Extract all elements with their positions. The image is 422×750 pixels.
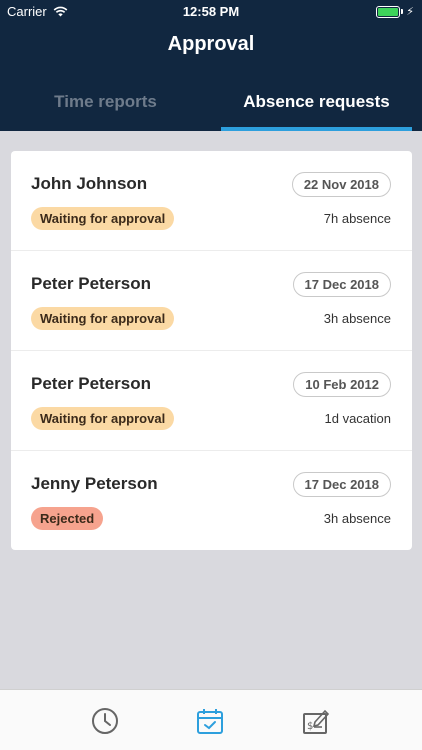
- list-item[interactable]: Jenny Peterson 17 Dec 2018 Rejected 3h a…: [11, 451, 412, 551]
- status-badge: Waiting for approval: [31, 407, 175, 430]
- tab-bar-time[interactable]: [90, 706, 120, 736]
- employee-name: Peter Peterson: [31, 374, 151, 393]
- list-item[interactable]: Peter Peterson 10 Feb 2012 Waiting for a…: [11, 351, 412, 451]
- status-bar: Carrier 12:58 PM ⚡: [0, 0, 422, 22]
- list-item[interactable]: John Johnson 22 Nov 2018 Waiting for app…: [11, 151, 412, 251]
- status-badge: Waiting for approval: [31, 207, 175, 230]
- svg-text:$: $: [307, 721, 313, 732]
- charging-icon: ⚡: [406, 6, 414, 18]
- expense-form-icon: $: [303, 709, 330, 734]
- date-pill: 22 Nov 2018: [291, 172, 391, 197]
- tab-time-reports[interactable]: Time reports: [0, 85, 211, 131]
- requests-list: John Johnson 22 Nov 2018 Waiting for app…: [11, 151, 412, 550]
- tab-label: Time reports: [54, 92, 157, 111]
- status-time: 12:58 PM: [182, 4, 240, 19]
- employee-name: John Johnson: [31, 174, 148, 193]
- clock-icon: [92, 708, 118, 734]
- employee-name: Peter Peterson: [31, 274, 151, 293]
- tab-label: Absence requests: [243, 92, 390, 111]
- bottom-tab-bar: $: [0, 689, 422, 750]
- nav-header: Carrier 12:58 PM ⚡ Approval Time reports…: [0, 0, 422, 131]
- status-badge: Rejected: [31, 507, 104, 530]
- active-tab-indicator: [221, 127, 412, 131]
- date-pill: 10 Feb 2012: [293, 372, 391, 397]
- status-badge: Waiting for approval: [31, 307, 175, 330]
- tab-absence-requests[interactable]: Absence requests: [211, 85, 422, 131]
- absence-detail: 3h absence: [323, 511, 391, 526]
- date-pill: 17 Dec 2018: [292, 472, 391, 497]
- absence-detail: 7h absence: [323, 211, 391, 226]
- tab-bar-approval[interactable]: [195, 706, 225, 736]
- absence-detail: 1d vacation: [324, 411, 392, 426]
- page-title: Approval: [167, 33, 255, 55]
- date-pill: 17 Dec 2018: [292, 272, 391, 297]
- calendar-check-icon: [197, 709, 223, 734]
- tab-bar-expenses[interactable]: $: [301, 706, 331, 736]
- battery-icon: ⚡: [376, 5, 414, 18]
- list-item[interactable]: Peter Peterson 17 Dec 2018 Waiting for a…: [11, 251, 412, 351]
- employee-name: Jenny Peterson: [31, 474, 158, 493]
- absence-detail: 3h absence: [323, 311, 391, 326]
- segment-tabs: Time reports Absence requests: [0, 85, 422, 131]
